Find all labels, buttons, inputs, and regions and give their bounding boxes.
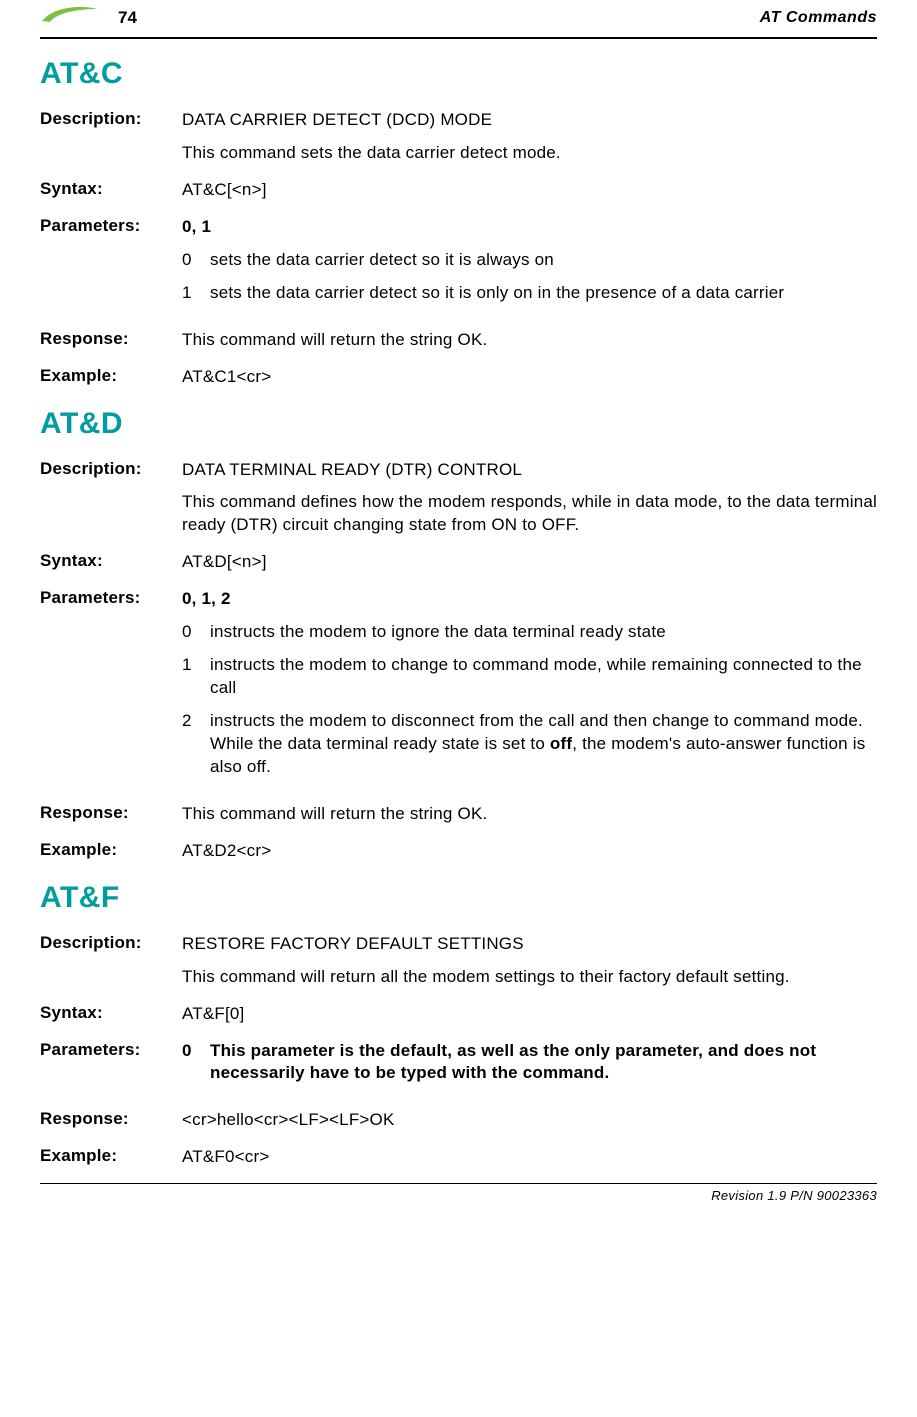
param-key: 1 [182, 282, 210, 305]
example-label: Example: [40, 1146, 182, 1166]
atf-description-row: Description: RESTORE FACTORY DEFAULT SET… [40, 933, 877, 989]
params-value: 0, 1, 2 [182, 588, 877, 611]
footer-divider [40, 1183, 877, 1184]
param-text: This parameter is the default, as well a… [210, 1040, 877, 1086]
param-text: sets the data carrier detect so it is al… [210, 249, 877, 272]
example-label: Example: [40, 366, 182, 386]
description-body: DATA CARRIER DETECT (DCD) MODE This comm… [182, 109, 877, 165]
param-key: 2 [182, 710, 210, 733]
syntax-value: AT&C[<n>] [182, 179, 877, 202]
syntax-label: Syntax: [40, 1003, 182, 1023]
param-item: 1 instructs the modem to change to comma… [182, 654, 877, 700]
atc-description-row: Description: DATA CARRIER DETECT (DCD) M… [40, 109, 877, 165]
header-left: 74 [40, 4, 137, 31]
param-text: sets the data carrier detect so it is on… [210, 282, 877, 305]
atc-example-row: Example: AT&C1<cr> [40, 366, 877, 389]
description-title: DATA TERMINAL READY (DTR) CONTROL [182, 459, 877, 482]
description-label: Description: [40, 459, 182, 479]
params-body: 0 This parameter is the default, as well… [182, 1040, 877, 1096]
param-item: 0 instructs the modem to ignore the data… [182, 621, 877, 644]
footer-text: Revision 1.9 P/N 90023363 [40, 1188, 877, 1203]
page-number: 74 [118, 8, 137, 28]
atf-syntax-row: Syntax: AT&F[0] [40, 1003, 877, 1026]
atf-params-row: Parameters: 0 This parameter is the defa… [40, 1040, 877, 1096]
section-heading-atf: AT&F [40, 881, 877, 915]
atd-example-row: Example: AT&D2<cr> [40, 840, 877, 863]
params-label: Parameters: [40, 216, 182, 236]
logo-swoosh-icon [40, 4, 100, 31]
syntax-value: AT&D[<n>] [182, 551, 877, 574]
param-text: instructs the modem to disconnect from t… [210, 710, 877, 779]
atc-syntax-row: Syntax: AT&C[<n>] [40, 179, 877, 202]
response-value: This command will return the string OK. [182, 329, 877, 352]
response-label: Response: [40, 803, 182, 823]
param-key: 0 [182, 249, 210, 272]
example-label: Example: [40, 840, 182, 860]
param-item: 0 This parameter is the default, as well… [182, 1040, 877, 1086]
param-text: instructs the modem to change to command… [210, 654, 877, 700]
param-item: 0 sets the data carrier detect so it is … [182, 249, 877, 272]
header-divider [40, 37, 877, 39]
response-value: <cr>hello<cr><LF><LF>OK [182, 1109, 877, 1132]
param-item: 1 sets the data carrier detect so it is … [182, 282, 877, 305]
atd-syntax-row: Syntax: AT&D[<n>] [40, 551, 877, 574]
example-value: AT&F0<cr> [182, 1146, 877, 1169]
atd-params-row: Parameters: 0, 1, 2 0 instructs the mode… [40, 588, 877, 789]
atd-description-row: Description: DATA TERMINAL READY (DTR) C… [40, 459, 877, 538]
syntax-label: Syntax: [40, 179, 182, 199]
param-key: 1 [182, 654, 210, 677]
section-heading-atd: AT&D [40, 407, 877, 441]
response-label: Response: [40, 329, 182, 349]
param-key: 0 [182, 621, 210, 644]
atd-response-row: Response: This command will return the s… [40, 803, 877, 826]
description-title: RESTORE FACTORY DEFAULT SETTINGS [182, 933, 877, 956]
param-item: 2 instructs the modem to disconnect from… [182, 710, 877, 779]
params-body: 0, 1 0 sets the data carrier detect so i… [182, 216, 877, 315]
description-text: This command sets the data carrier detec… [182, 142, 877, 165]
description-body: DATA TERMINAL READY (DTR) CONTROL This c… [182, 459, 877, 538]
atc-params-row: Parameters: 0, 1 0 sets the data carrier… [40, 216, 877, 315]
response-label: Response: [40, 1109, 182, 1129]
page-header: 74 AT Commands [40, 0, 877, 37]
atf-example-row: Example: AT&F0<cr> [40, 1146, 877, 1169]
description-title: DATA CARRIER DETECT (DCD) MODE [182, 109, 877, 132]
response-value: This command will return the string OK. [182, 803, 877, 826]
description-label: Description: [40, 933, 182, 953]
description-body: RESTORE FACTORY DEFAULT SETTINGS This co… [182, 933, 877, 989]
param-key: 0 [182, 1040, 210, 1063]
syntax-value: AT&F[0] [182, 1003, 877, 1026]
description-label: Description: [40, 109, 182, 129]
param-text: instructs the modem to ignore the data t… [210, 621, 877, 644]
section-heading-atc: AT&C [40, 57, 877, 91]
description-text: This command will return all the modem s… [182, 966, 877, 989]
params-label: Parameters: [40, 1040, 182, 1060]
param-text-bold: off [550, 734, 572, 753]
description-text: This command defines how the modem respo… [182, 491, 877, 537]
params-body: 0, 1, 2 0 instructs the modem to ignore … [182, 588, 877, 789]
example-value: AT&D2<cr> [182, 840, 877, 863]
page-container: 74 AT Commands AT&C Description: DATA CA… [0, 0, 917, 1417]
params-label: Parameters: [40, 588, 182, 608]
atc-response-row: Response: This command will return the s… [40, 329, 877, 352]
syntax-label: Syntax: [40, 551, 182, 571]
atf-response-row: Response: <cr>hello<cr><LF><LF>OK [40, 1109, 877, 1132]
params-value: 0, 1 [182, 216, 877, 239]
example-value: AT&C1<cr> [182, 366, 877, 389]
header-title: AT Commands [760, 9, 877, 27]
